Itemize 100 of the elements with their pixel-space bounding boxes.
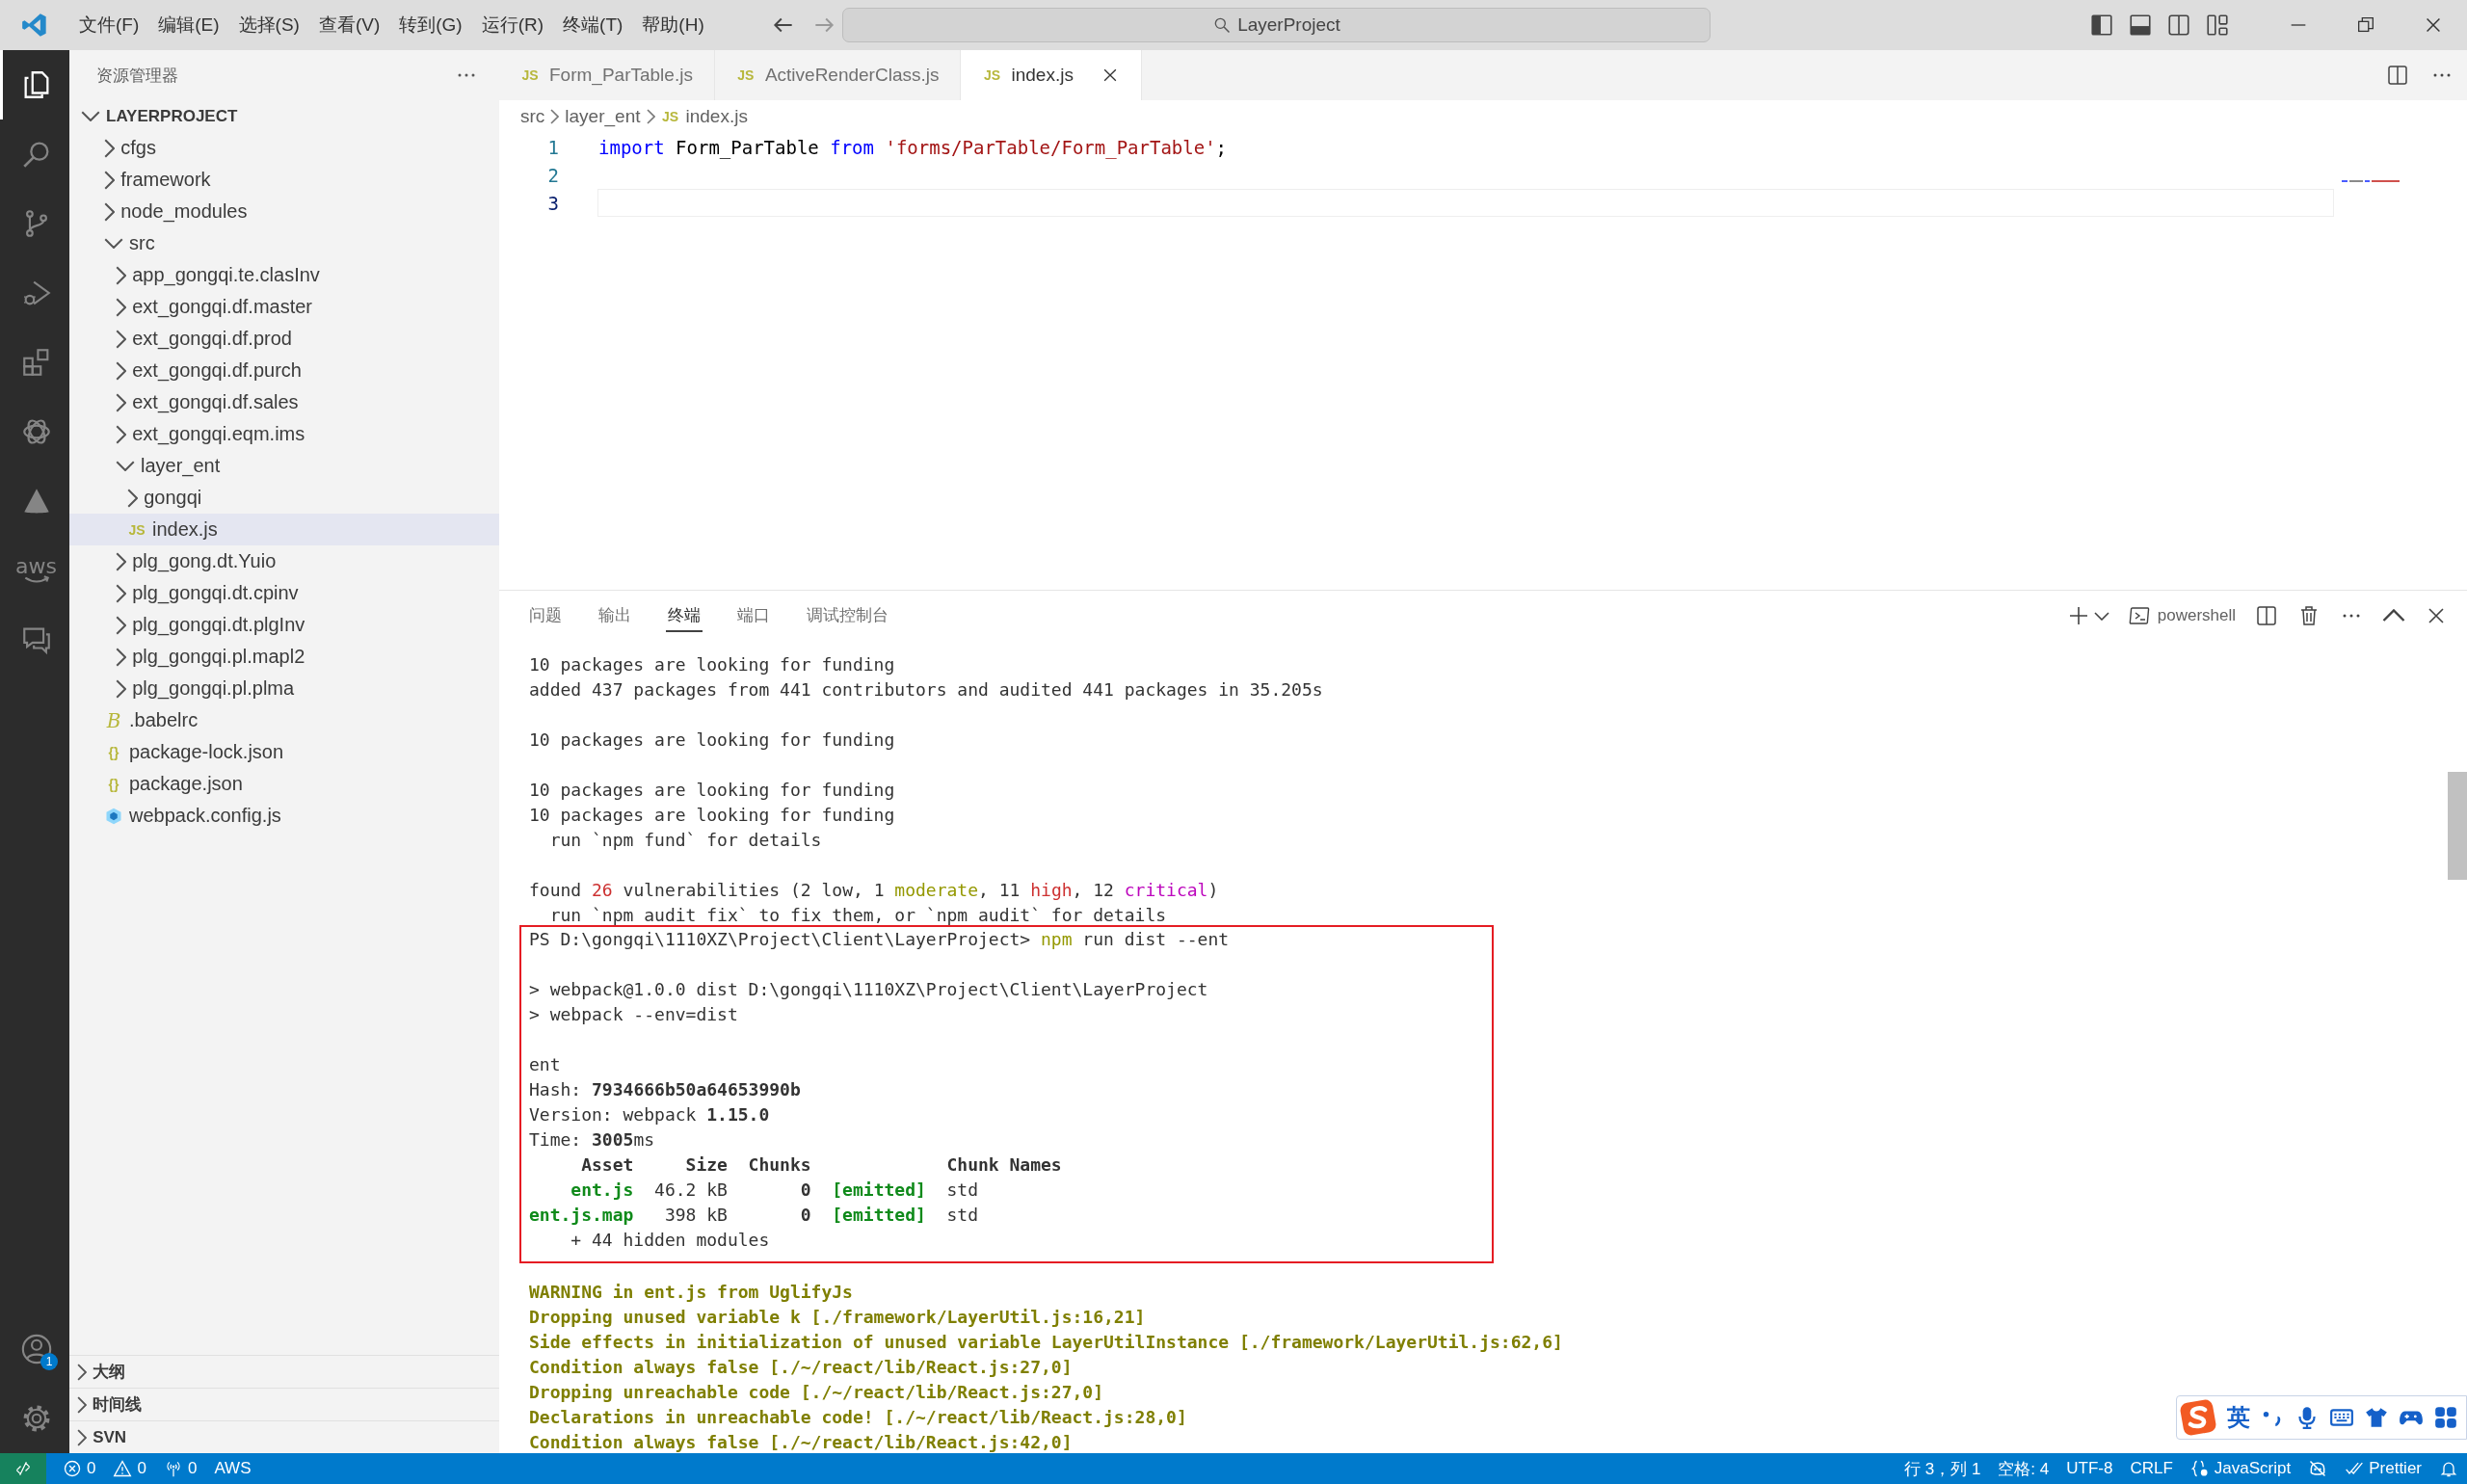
panel-tab[interactable]: 终端 xyxy=(666,599,703,632)
terminal-line: PS D:\gongqi\1110XZ\Project\Client\LayerProject> npm run dist --ent xyxy=(529,928,1230,951)
file-type-icon: B xyxy=(104,708,123,732)
folder-item[interactable]: app_gongqi.te.clasInv xyxy=(69,259,499,291)
file-type-icon: {} xyxy=(104,776,123,792)
caret-icon[interactable] xyxy=(2093,611,2109,621)
file-item[interactable]: {} package.json xyxy=(69,768,499,800)
file-type-icon: JS xyxy=(127,521,146,538)
command-center-text: LayerProject xyxy=(1237,14,1340,36)
menu-item[interactable]: 查看(V) xyxy=(308,7,390,43)
terminal-line: 10 packages are looking for funding xyxy=(529,729,895,752)
section-header[interactable]: 大纲 xyxy=(69,1355,499,1388)
menu-item[interactable]: 编辑(E) xyxy=(148,7,229,43)
terminal-line: > webpack@1.0.0 dist D:\gongqi\1110XZ\Project\Client\LayerProject xyxy=(529,978,1208,1001)
line-number: 1 xyxy=(546,136,559,158)
folder-item[interactable]: ext_gongqi.eqm.ims xyxy=(69,418,499,450)
menu-item[interactable]: 文件(F) xyxy=(69,7,149,43)
editor-tab[interactable]: JS index.js xyxy=(961,50,1142,100)
folder-item[interactable]: framework xyxy=(69,164,499,196)
scrollbar-thumb[interactable] xyxy=(2448,772,2467,880)
section-header[interactable]: 时间线 xyxy=(69,1388,499,1420)
terminal-line: Side effects in initialization of unused variable LayerUtilInstance [./framework/LayerUtil.js:62,6] xyxy=(529,1331,1563,1354)
status-ports-item[interactable]: 0 xyxy=(154,1453,206,1484)
menu-item[interactable]: 转到(G) xyxy=(389,7,472,43)
status-text-item[interactable]: 空格: 4 xyxy=(1989,1453,2058,1484)
file-item[interactable]: B .babelrc xyxy=(69,704,499,736)
folder-item[interactable]: cfgs xyxy=(69,132,499,164)
grid-icon[interactable] xyxy=(2433,1405,2458,1430)
customize-layout-icon[interactable] xyxy=(2205,13,2230,38)
status-remote-item[interactable] xyxy=(0,1453,46,1484)
terminal-selector[interactable]: powershell xyxy=(2128,604,2236,627)
folder-item[interactable]: plg_gong.dt.Yuio xyxy=(69,545,499,577)
shirt-icon[interactable] xyxy=(2364,1405,2389,1430)
file-item[interactable]: JS index.js xyxy=(69,514,499,545)
file-type-icon: {} xyxy=(104,744,123,760)
folder-item[interactable]: gongqi xyxy=(69,482,499,514)
status-language-item[interactable]: JavaScript xyxy=(2181,1453,2300,1484)
status-text-item[interactable]: CRLF xyxy=(2121,1453,2182,1484)
menu-item[interactable]: 终端(T) xyxy=(553,7,633,43)
panel-tab[interactable]: 调试控制台 xyxy=(805,599,890,632)
maximize-panel-icon[interactable] xyxy=(2382,609,2405,623)
terminal-line: 10 packages are looking for funding xyxy=(529,779,895,802)
input-mode-toggle[interactable]: 英 xyxy=(2227,1402,2250,1433)
folder-item[interactable]: node_modules xyxy=(69,196,499,227)
folder-item[interactable]: ext_gongqi.df.sales xyxy=(69,386,499,418)
status-warnings-item[interactable]: 0 xyxy=(104,1453,155,1484)
ime-logo-icon[interactable] xyxy=(2179,1398,2217,1437)
chevron-icon xyxy=(646,109,655,124)
activity-aws-button[interactable]: aws xyxy=(0,536,69,605)
code-line: import Form_ParTable from 'forms/ParTable/Form_ParTable'; xyxy=(598,136,1228,158)
folder-item[interactable]: ext_gongqi.df.purch xyxy=(69,355,499,386)
search-icon xyxy=(1212,15,1233,35)
braces-icon xyxy=(2189,1459,2210,1478)
terminal-line: 10 packages are looking for funding xyxy=(529,804,895,827)
terminal-line: added 437 packages from 441 contributors and audited 441 packages in 35.205s xyxy=(529,678,1323,702)
folder-item[interactable]: plg_gongqi.dt.cpinv xyxy=(69,577,499,609)
status-errors-item[interactable]: 0 xyxy=(54,1453,105,1484)
breadcrumb-item[interactable]: src xyxy=(520,106,545,127)
split-terminal-icon[interactable] xyxy=(2255,604,2278,627)
status-text-item[interactable]: UTF-8 xyxy=(2057,1453,2122,1484)
file-item[interactable]: {} package-lock.json xyxy=(69,736,499,768)
error-icon xyxy=(63,1459,82,1478)
status-text-item[interactable]: 行 3，列 1 xyxy=(1896,1453,1990,1484)
folder-item[interactable]: src xyxy=(69,227,499,259)
breadcrumb-item[interactable]: JS index.js xyxy=(660,106,748,127)
panel-tab[interactable]: 端口 xyxy=(735,599,772,632)
status-text-item[interactable]: AWS xyxy=(205,1453,260,1484)
remote-icon xyxy=(13,1459,33,1478)
editor-tab[interactable]: JS Form_ParTable.js xyxy=(499,50,715,100)
panel-tab[interactable]: 输出 xyxy=(597,599,633,632)
toggle-sidebar-icon[interactable] xyxy=(2089,13,2114,38)
panel-tab[interactable]: 问题 xyxy=(527,599,564,632)
terminal-line: Condition always false [./~/react/lib/React.js:27,0] xyxy=(529,1356,1073,1379)
folder-item[interactable]: layer_ent xyxy=(69,450,499,482)
folder-item[interactable]: plg_gongqi.dt.plgInv xyxy=(69,609,499,641)
notification-badge: 1 xyxy=(40,1353,58,1370)
project-header[interactable]: LAYERPROJECT xyxy=(69,100,499,132)
menu-item[interactable]: 帮助(H) xyxy=(632,7,714,43)
folder-item[interactable]: ext_gongqi.df.master xyxy=(69,291,499,323)
file-item[interactable]: webpack.config.js xyxy=(69,800,499,832)
menu-item[interactable]: 选择(S) xyxy=(228,7,309,43)
toggle-secondary-sidebar-icon[interactable] xyxy=(2166,13,2191,38)
terminal-line: run `npm fund` for details xyxy=(548,829,822,852)
terminal-line: Version: webpack 1.15.0 xyxy=(529,1103,770,1126)
split-editor-icon[interactable] xyxy=(2386,64,2409,87)
menu-item[interactable]: 运行(R) xyxy=(471,7,554,43)
terminal-line: Dropping unused variable k [./framework/LayerUtil.js:16,21] xyxy=(529,1306,1146,1329)
command-center-search[interactable]: LayerProject xyxy=(842,8,1711,42)
toggle-panel-icon[interactable] xyxy=(2128,13,2153,38)
terminal-line: Condition always false [./~/react/lib/React.js:42,0] xyxy=(529,1431,1073,1454)
accounts-button[interactable]: 1 xyxy=(0,1314,69,1384)
folder-item[interactable]: ext_gongqi.df.prod xyxy=(69,323,499,355)
app-logo-icon xyxy=(21,12,48,39)
file-type-icon: JS xyxy=(660,109,680,124)
folder-item[interactable]: plg_gongqi.pl.plma xyxy=(69,673,499,704)
file-type-icon: JS xyxy=(520,67,540,83)
terminal-line: > webpack --env=dist xyxy=(529,1003,738,1026)
status-prettier-item[interactable]: Prettier xyxy=(2336,1453,2430,1484)
folder-item[interactable]: plg_gongqi.pl.mapl2 xyxy=(69,641,499,673)
breadcrumb-item[interactable]: layer_ent xyxy=(565,106,641,127)
